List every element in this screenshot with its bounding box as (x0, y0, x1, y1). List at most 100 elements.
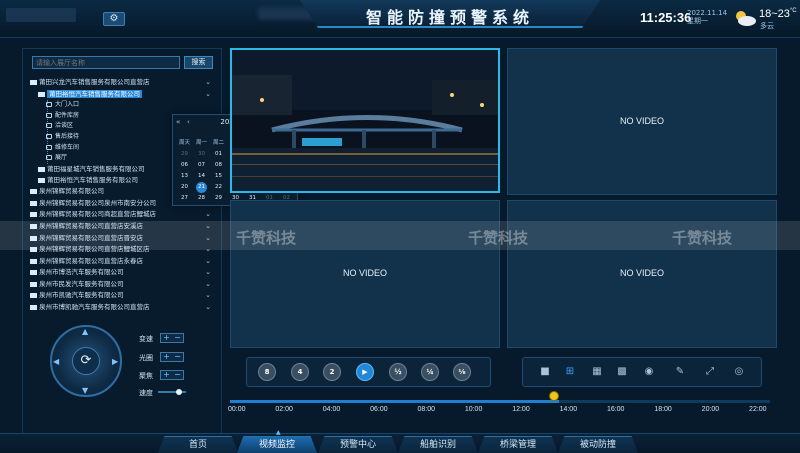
calendar-day[interactable]: 01 (210, 149, 227, 160)
calendar-day[interactable]: 13 (176, 171, 193, 182)
tree-item[interactable]: 莆田兴龙汽车销售服务有限公司直营店 ⌄ (30, 77, 215, 88)
plus-button[interactable]: + (161, 353, 172, 361)
no-video-text: NO VIDEO (342, 268, 387, 278)
tree-item-label: 维修车间 (55, 144, 80, 151)
snapshot-icon[interactable]: ◎ (731, 364, 747, 380)
tree-item[interactable]: 泉州市博凯驰汽车服务有限公司直营店 ⌄ (30, 302, 215, 313)
nine-view-icon[interactable]: ▦ (589, 364, 605, 380)
timeline-tick-label: 20:00 (701, 406, 720, 413)
playback-rate-button[interactable]: ½ (389, 363, 407, 381)
quad-view-icon[interactable]: ⊞ (562, 364, 578, 380)
timeline-tick-label: 12:00 (512, 406, 530, 413)
arrow-down-icon[interactable]: ▼ (82, 386, 88, 395)
folder-icon (30, 189, 37, 194)
minus-button[interactable]: − (172, 334, 183, 342)
calendar-day[interactable]: 29 (176, 149, 193, 160)
plus-button[interactable]: + (161, 334, 172, 342)
calendar-weekday: 周二 (212, 140, 224, 146)
calendar-day[interactable]: 28 (193, 193, 210, 204)
timeline-tick-label: 14:00 (559, 406, 578, 413)
search-button[interactable]: 搜索 (184, 56, 213, 69)
playback-rate-button[interactable]: 2 (323, 363, 341, 381)
tree-item-label: 泉州市博凯驰汽车服务有限公司直营店 (39, 303, 150, 311)
calendar-day[interactable]: 07 (193, 160, 210, 171)
settings-button[interactable]: ⚙ (103, 12, 125, 26)
logo (6, 8, 76, 22)
chevron-down-icon[interactable]: ⌄ (205, 77, 211, 88)
calendar-day[interactable]: 14 (193, 171, 210, 182)
video-tile-2[interactable]: NO VIDEO (507, 48, 777, 195)
folder-icon (30, 270, 37, 275)
date-block: 2022.11.14 星期一 (687, 9, 727, 25)
tree-item[interactable]: 泉州市凯驰汽车服务有限公司 ⌄ (30, 290, 215, 301)
nav-tab[interactable]: 视频监控 (237, 436, 317, 453)
calendar-day[interactable]: 08 (210, 160, 227, 171)
page-title: 智能防撞预警系统 (365, 8, 534, 27)
calendar-day[interactable]: 29 (210, 193, 227, 204)
volume-icon[interactable]: ◉ (641, 364, 657, 380)
tree-item-camera[interactable]: 大门入口 (46, 99, 215, 110)
minus-button[interactable]: − (172, 371, 183, 379)
playback-rate-button[interactable]: ¼ (421, 363, 439, 381)
plus-button[interactable]: + (161, 371, 172, 379)
playback-rate-button[interactable]: 4 (291, 363, 309, 381)
calendar-day[interactable]: 27 (176, 193, 193, 204)
nav-tab[interactable]: 船舶识别 (398, 436, 478, 453)
folder-icon (30, 305, 37, 310)
timeline-handle[interactable] (549, 391, 559, 401)
camera-icon (46, 134, 52, 139)
calendar-day[interactable]: 20 (176, 182, 193, 193)
chevron-down-icon[interactable]: ⌄ (205, 256, 211, 267)
tree-item[interactable]: 泉州锦辉贸易有限公司商超直营店鲤城店 ⌄ (30, 209, 215, 220)
calendar-weekday: 周一 (195, 140, 207, 146)
nav-tab[interactable]: 桥梁管理 (478, 436, 558, 453)
camera-icon (46, 145, 52, 150)
search-input[interactable] (32, 56, 180, 69)
zoom-label: 变速 (139, 335, 153, 343)
fullscreen-icon[interactable]: ⤢ (702, 364, 718, 380)
calendar-day[interactable]: 15 (210, 171, 227, 182)
tree-item[interactable]: 泉州锦辉贸易有限公司直营店永春店 ⌄ (30, 256, 215, 267)
weekday-text: 星期一 (687, 17, 708, 25)
folder-icon (30, 80, 37, 85)
play-button[interactable]: ▶ (356, 363, 374, 381)
arrow-right-icon[interactable]: ▶ (112, 357, 118, 366)
nav-tab[interactable]: 首页 (158, 436, 238, 453)
tree-item-label: 洽谈区 (55, 122, 74, 129)
chevron-down-icon[interactable]: ⌄ (205, 267, 211, 278)
tree-item[interactable]: 泉州市民发汽车服务有限公司 ⌄ (30, 279, 215, 290)
date-text: 2022.11.14 (687, 9, 728, 17)
temperature: 18~23°C (759, 8, 797, 20)
edit-icon[interactable]: ✎ (672, 364, 688, 380)
nav-tab[interactable]: 预警中心 (318, 436, 398, 453)
calendar-day[interactable]: 06 (176, 160, 193, 171)
tree-item[interactable]: 泉州市博浩汽车服务有限公司 ⌄ (30, 267, 215, 278)
refresh-icon[interactable]: ⟳ (72, 347, 100, 375)
calendar-day[interactable]: 30 (193, 149, 210, 160)
calendar-day[interactable]: 22 (210, 182, 227, 193)
partly-cloudy-icon (736, 11, 756, 26)
zoom-stepper[interactable]: + − (160, 333, 184, 343)
playback-rate-button[interactable]: ⅛ (453, 363, 471, 381)
minus-button[interactable]: − (172, 353, 183, 361)
chevron-down-icon[interactable]: ⌄ (205, 279, 211, 290)
chevron-down-icon[interactable]: ⌄ (205, 302, 211, 313)
arrow-up-icon[interactable]: ▲ (82, 327, 88, 336)
focus-label: 聚焦 (139, 372, 153, 380)
tree-item-label: 配件库房 (55, 112, 80, 119)
speed-slider-handle[interactable] (176, 389, 182, 395)
focus-stepper[interactable]: + − (160, 370, 184, 380)
iris-stepper[interactable]: + − (160, 352, 184, 362)
playback-rate-button[interactable]: 8 (258, 363, 276, 381)
calendar-day-selected[interactable]: 21 (196, 182, 207, 193)
tree-item-label: 泉州市博浩汽车服务有限公司 (39, 268, 124, 276)
speed-label: 速度 (139, 389, 153, 397)
video-tile-1[interactable] (230, 48, 500, 193)
timeline-tick-label: 00:00 (228, 406, 246, 413)
arrow-left-icon[interactable]: ◀ (53, 357, 59, 366)
single-view-icon[interactable]: ■ (537, 364, 553, 380)
chevron-down-icon[interactable]: ⌄ (205, 290, 211, 301)
sixteen-view-icon[interactable]: ▩ (614, 364, 630, 380)
chevron-down-icon[interactable]: ⌄ (205, 209, 211, 220)
nav-tab[interactable]: 被动防撞 (558, 436, 638, 453)
